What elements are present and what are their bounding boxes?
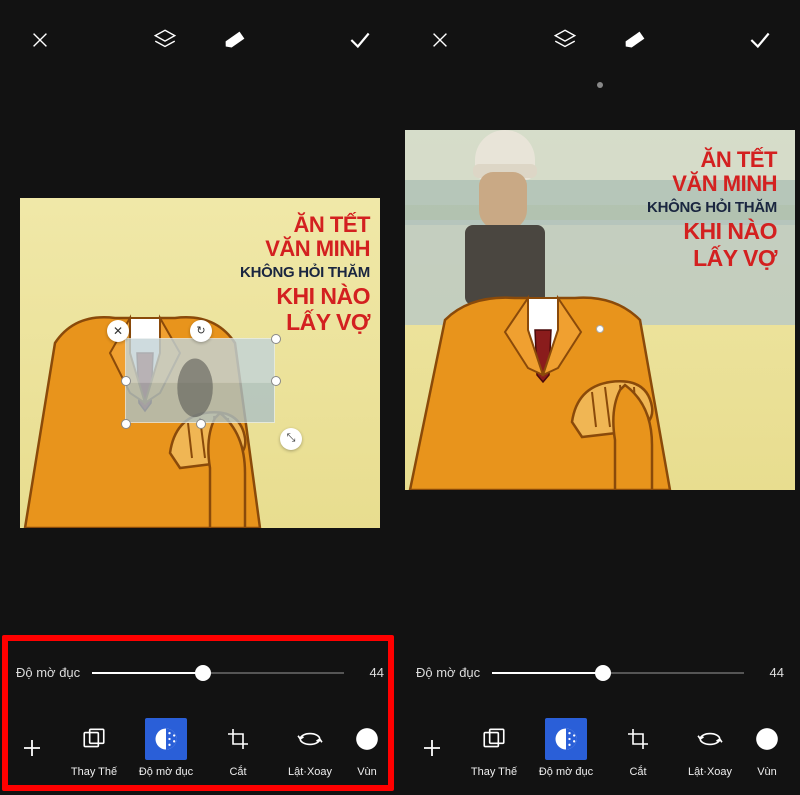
resize-handle[interactable]	[196, 419, 206, 429]
opacity-label: Độ mờ đục	[416, 665, 480, 680]
eraser-icon[interactable]	[220, 25, 250, 55]
resize-handle[interactable]	[596, 325, 604, 333]
add-button[interactable]	[406, 727, 458, 769]
meme-text-block: ĂN TẾTVĂN MINH KHÔNG HỎI THĂM KHI NÀOLẤY…	[647, 148, 777, 271]
overlay-layer[interactable]: ✕ ↻ ⤡	[125, 338, 275, 423]
opacity-slider[interactable]	[92, 672, 344, 674]
opacity-value: 44	[356, 665, 384, 680]
opacity-value: 44	[756, 665, 784, 680]
editor-canvas[interactable]: ĂN TẾTVĂN MINH KHÔNG HỎI THĂM KHI NÀOLẤY…	[20, 198, 380, 528]
resize-handle[interactable]	[271, 334, 281, 344]
eraser-icon[interactable]	[620, 25, 650, 55]
tool-opacity[interactable]: Độ mờ đục	[530, 718, 602, 778]
layer-delete-handle[interactable]: ✕	[107, 320, 129, 342]
resize-handle[interactable]	[121, 376, 131, 386]
tool-replace[interactable]: Thay Thế	[458, 718, 530, 778]
layers-icon[interactable]	[550, 25, 580, 55]
resize-handle[interactable]	[121, 419, 131, 429]
tool-crop[interactable]: Cắt	[602, 718, 674, 778]
apply-button[interactable]	[345, 25, 375, 55]
tool-flip-rotate[interactable]: Lật·Xoay	[274, 718, 346, 778]
opacity-slider[interactable]	[492, 672, 744, 674]
layer-scale-handle[interactable]: ⤡	[280, 428, 302, 450]
resize-handle[interactable]	[271, 376, 281, 386]
overlay-person	[445, 130, 565, 305]
slider-thumb[interactable]	[595, 665, 611, 681]
tool-blend[interactable]: Vùn	[346, 718, 388, 778]
apply-button[interactable]	[745, 25, 775, 55]
close-button[interactable]	[25, 25, 55, 55]
tool-blend[interactable]: Vùn	[746, 718, 788, 778]
suit-illustration	[405, 290, 690, 490]
layers-icon[interactable]	[150, 25, 180, 55]
tool-opacity[interactable]: Độ mờ đục	[130, 718, 202, 778]
slider-thumb[interactable]	[195, 665, 211, 681]
tool-crop[interactable]: Cắt	[202, 718, 274, 778]
editor-canvas[interactable]: ĂN TẾTVĂN MINH KHÔNG HỎI THĂM KHI NÀOLẤY…	[405, 130, 795, 490]
layer-rotate-handle[interactable]: ↻	[190, 320, 212, 342]
timeline-indicator	[597, 82, 603, 88]
close-button[interactable]	[425, 25, 455, 55]
opacity-label: Độ mờ đục	[16, 665, 80, 680]
add-button[interactable]	[6, 727, 58, 769]
tool-flip-rotate[interactable]: Lật·Xoay	[674, 718, 746, 778]
tool-replace[interactable]: Thay Thế	[58, 718, 130, 778]
